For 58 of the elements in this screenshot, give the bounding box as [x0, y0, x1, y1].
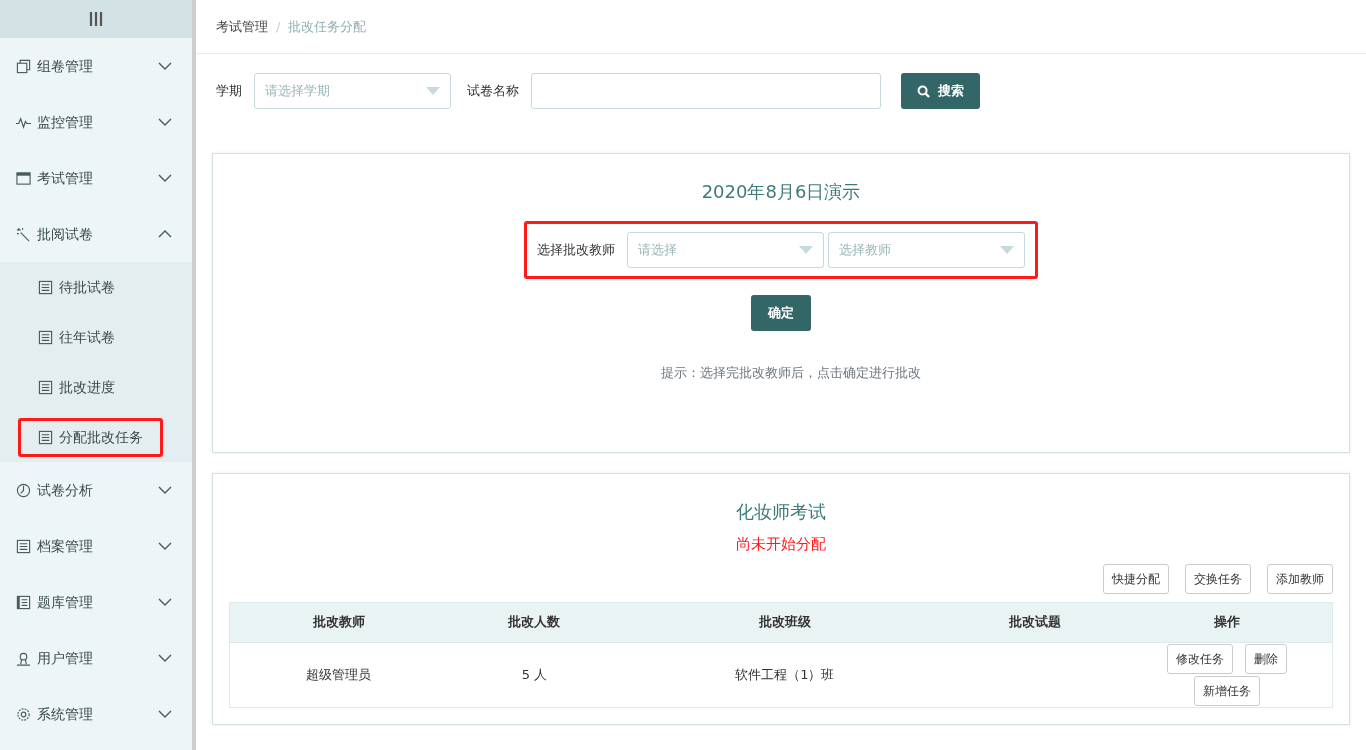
- sidebar-item[interactable]: 档案管理: [0, 518, 192, 574]
- field-label: 学期: [216, 82, 242, 101]
- field-label: 试卷名称: [467, 82, 519, 101]
- calendar-icon: [16, 170, 31, 186]
- caret-icon: [799, 246, 813, 254]
- list-icon: [38, 329, 53, 345]
- list-icon: [38, 379, 53, 395]
- action-button[interactable]: 删除: [1245, 643, 1288, 674]
- pulse-icon: [16, 114, 31, 130]
- action-button[interactable]: 添加教师: [1267, 563, 1333, 594]
- sidebar-item[interactable]: 用户管理: [0, 630, 192, 686]
- search-button[interactable]: 搜索: [901, 73, 980, 109]
- search-icon: [917, 84, 930, 98]
- sidebar-item[interactable]: 组卷管理: [0, 38, 192, 94]
- action-button[interactable]: 新增任务: [1194, 675, 1261, 706]
- action-button[interactable]: 修改任务: [1167, 643, 1234, 674]
- table-cell: 超级管理员: [306, 666, 372, 682]
- copy-icon: [16, 58, 31, 74]
- sidebar-item[interactable]: 试卷分析: [0, 462, 192, 518]
- column-header: 批改人数: [447, 602, 622, 642]
- action-button[interactable]: 交换任务: [1185, 563, 1251, 594]
- confirm-button[interactable]: 确定: [751, 295, 811, 331]
- gear-icon: [16, 706, 31, 722]
- list-icon: [38, 279, 53, 295]
- sidebar-item[interactable]: 考试管理: [0, 150, 192, 206]
- card-title: 化妆师考试: [735, 500, 827, 524]
- sidebar-toggle[interactable]: [0, 0, 192, 38]
- menu-icon: [89, 12, 103, 26]
- hint-text: 提示：选择完批改教师后，点击确定进行批改: [661, 364, 921, 382]
- list-icon: [38, 429, 53, 445]
- status-text: 尚未开始分配: [735, 534, 827, 555]
- submenu-item[interactable]: 分配批改任务: [18, 417, 163, 457]
- breadcrumb-separator: /: [276, 17, 281, 36]
- sidebar-item[interactable]: 系统管理: [0, 686, 192, 742]
- user-icon: [16, 650, 31, 666]
- sidebar-item[interactable]: 题库管理: [0, 574, 192, 630]
- sidebar-item[interactable]: 批阅试卷: [0, 206, 192, 262]
- book-icon: [16, 594, 31, 610]
- table-cell: 5 人: [521, 666, 548, 682]
- column-header: 批改试题: [948, 602, 1123, 642]
- breadcrumb-link[interactable]: 考试管理: [216, 16, 268, 37]
- submenu-item[interactable]: 批改进度: [18, 367, 135, 407]
- card-title: 2020年8月6日演示: [701, 180, 861, 204]
- list-icon: [16, 538, 31, 554]
- submenu-item[interactable]: 往年试卷: [18, 317, 135, 357]
- action-button[interactable]: 快捷分配: [1103, 563, 1169, 594]
- column-header: 批改班级: [621, 602, 949, 642]
- sidebar-item[interactable]: 监控管理: [0, 94, 192, 150]
- table-cell: 软件工程（1）班: [735, 666, 835, 682]
- submenu-item[interactable]: 待批试卷: [18, 267, 135, 307]
- caret-icon: [1000, 246, 1014, 254]
- input-field[interactable]: [531, 73, 881, 109]
- clock-icon: [16, 482, 31, 498]
- field-label: 选择批改教师: [537, 241, 615, 260]
- column-header: 操作: [1122, 602, 1333, 642]
- caret-icon: [426, 87, 440, 95]
- wand-icon: [16, 226, 31, 242]
- column-header: 批改教师: [229, 602, 448, 642]
